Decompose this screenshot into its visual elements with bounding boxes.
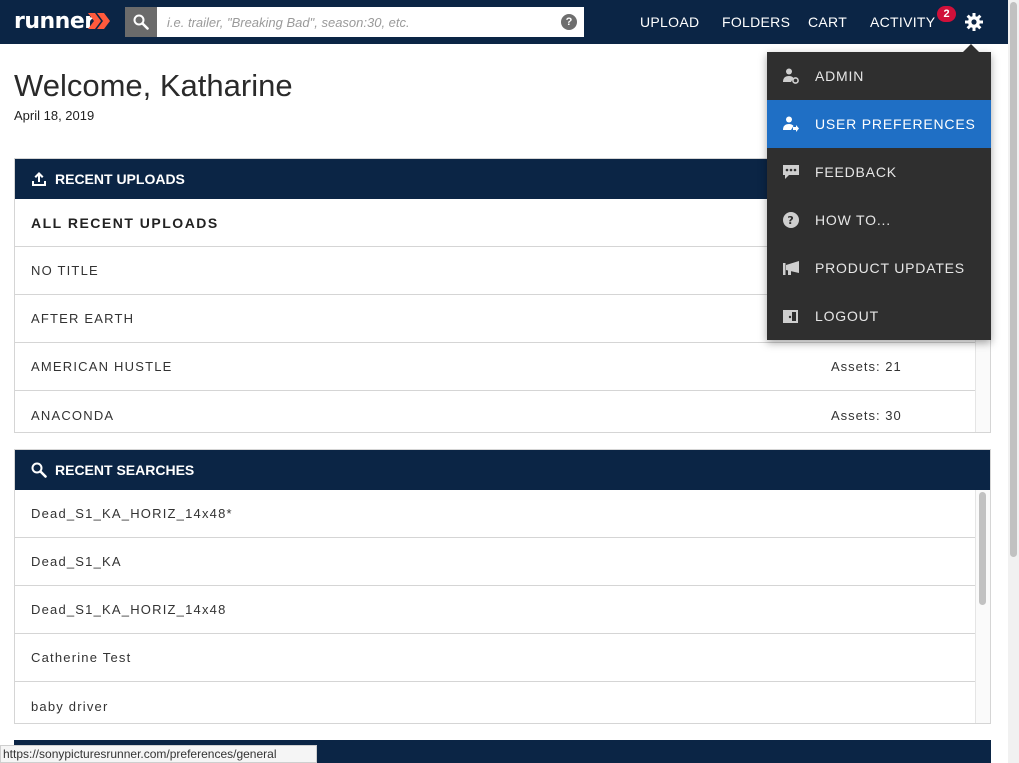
menu-item-product-updates[interactable]: PRODUCT UPDATES — [767, 244, 991, 292]
search-term: Catherine Test — [31, 650, 132, 665]
all-recent-uploads-label: ALL RECENT UPLOADS — [31, 214, 219, 231]
nav-activity[interactable]: ACTIVITY — [870, 14, 935, 30]
recent-searches-scrollbar[interactable] — [975, 490, 990, 723]
logout-icon — [783, 310, 798, 323]
search-term: Dead_S1_KA_HORIZ_14x48* — [31, 506, 233, 521]
user-preferences-icon — [783, 116, 799, 132]
upload-title: ANACONDA — [31, 407, 115, 423]
svg-text:?: ? — [787, 214, 794, 227]
upload-asset-count: Assets: 21 — [831, 359, 902, 374]
welcome-title: Welcome, Katharine — [14, 68, 293, 103]
menu-item-label: USER PREFERENCES — [815, 116, 976, 132]
feedback-icon — [783, 165, 799, 179]
recent-searches-panel: RECENT SEARCHES Dead_S1_KA_HORIZ_14x48* … — [14, 449, 991, 724]
recent-searches-header: RECENT SEARCHES — [15, 450, 990, 490]
list-item[interactable]: Dead_S1_KA_HORIZ_14x48 — [15, 586, 975, 634]
menu-item-logout[interactable]: LOGOUT — [767, 292, 991, 340]
activity-count-badge: 2 — [937, 6, 956, 22]
search-help-icon[interactable]: ? — [561, 14, 577, 30]
menu-item-label: FEEDBACK — [815, 164, 897, 180]
recent-uploads-title: RECENT UPLOADS — [55, 171, 185, 187]
list-item[interactable]: Dead_S1_KA — [15, 538, 975, 586]
search-input[interactable] — [157, 7, 584, 37]
list-item[interactable]: Dead_S1_KA_HORIZ_14x48* — [15, 490, 975, 538]
search-icon — [31, 462, 47, 478]
upload-icon — [32, 172, 46, 186]
search-term: Dead_S1_KA_HORIZ_14x48 — [31, 602, 227, 617]
logo-arrows-icon — [88, 13, 110, 29]
nav-cart[interactable]: CART — [808, 14, 847, 30]
search-term: Dead_S1_KA — [31, 554, 122, 569]
page-scrollbar[interactable] — [1008, 0, 1019, 763]
nav-folders[interactable]: FOLDERS — [722, 14, 790, 30]
nav-upload[interactable]: UPLOAD — [640, 14, 699, 30]
list-item[interactable]: baby driver — [15, 682, 975, 723]
list-item[interactable]: AMERICAN HUSTLE Assets: 21 — [15, 343, 975, 391]
list-item[interactable]: ANACONDA Assets: 30 — [15, 391, 975, 432]
status-bar-url: https://sonypicturesrunner.com/preferenc… — [0, 745, 318, 763]
menu-item-label: HOW TO... — [815, 212, 891, 228]
current-date: April 18, 2019 — [14, 108, 95, 123]
menu-item-label: PRODUCT UPDATES — [815, 260, 965, 276]
settings-dropdown-menu: ADMIN USER PREFERENCES FEEDBACK ? HOW TO… — [767, 44, 991, 340]
megaphone-icon — [783, 261, 799, 275]
upload-title: AFTER EARTH — [31, 311, 135, 326]
search-term: baby driver — [31, 698, 109, 714]
menu-item-how-to[interactable]: ? HOW TO... — [767, 196, 991, 244]
menu-item-feedback[interactable]: FEEDBACK — [767, 148, 991, 196]
menu-item-admin[interactable]: ADMIN — [767, 52, 991, 100]
help-icon: ? — [783, 212, 799, 228]
menu-item-label: ADMIN — [815, 68, 865, 84]
recent-searches-scroll-thumb[interactable] — [979, 492, 986, 605]
upload-asset-count: Assets: 30 — [831, 407, 902, 423]
search-button[interactable] — [125, 7, 157, 37]
list-item[interactable]: Catherine Test — [15, 634, 975, 682]
menu-item-label: LOGOUT — [815, 308, 879, 324]
upload-title: NO TITLE — [31, 263, 99, 278]
admin-icon — [783, 68, 799, 84]
page-scroll-thumb[interactable] — [1010, 2, 1017, 557]
settings-gear-icon[interactable] — [964, 12, 984, 32]
top-navigation-bar: runner ? UPLOAD FOLDERS CART ACTIVITY 2 — [0, 0, 1008, 44]
runner-logo[interactable]: runner — [14, 9, 95, 34]
recent-searches-title: RECENT SEARCHES — [55, 462, 195, 478]
search-icon — [133, 14, 149, 30]
menu-item-user-preferences[interactable]: USER PREFERENCES — [767, 100, 991, 148]
upload-title: AMERICAN HUSTLE — [31, 359, 173, 374]
